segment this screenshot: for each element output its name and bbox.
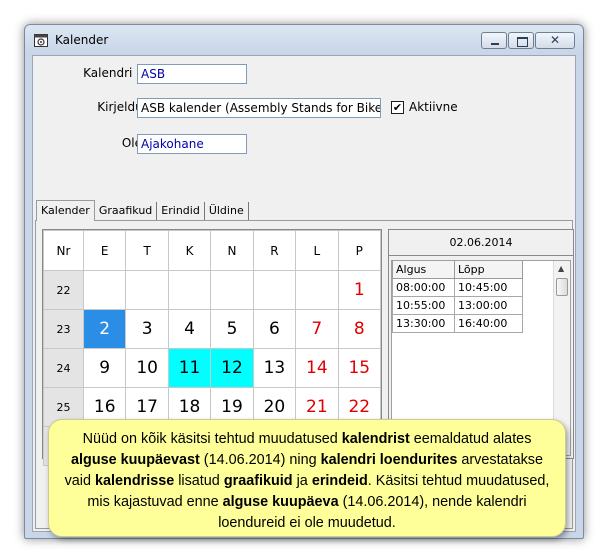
calendar-day-cell[interactable] bbox=[252, 270, 297, 310]
header-sun: P bbox=[337, 230, 382, 271]
close-button[interactable]: ✕ bbox=[535, 32, 575, 49]
callout-text: Nüüd on kõik käsitsi tehtud muudatused bbox=[82, 431, 342, 447]
calendar-week-row: 24 9 10 11 12 13 14 15 bbox=[43, 348, 382, 388]
calendar-day-cell[interactable] bbox=[295, 270, 339, 310]
header-week-nr: Nr bbox=[43, 230, 84, 271]
calendar-day-cell[interactable] bbox=[125, 270, 169, 310]
header-thu: N bbox=[210, 230, 254, 271]
close-icon: ✕ bbox=[549, 33, 561, 47]
calendar-day-cell[interactable]: 4 bbox=[167, 309, 212, 349]
callout-text: ja bbox=[292, 473, 312, 489]
callout-emphasis: graafikuid bbox=[223, 473, 293, 489]
tab-graafikud[interactable]: Graafikud bbox=[95, 202, 158, 220]
callout-emphasis: alguse kuupäeva bbox=[222, 494, 339, 510]
week-number: 22 bbox=[43, 270, 84, 310]
title-bar[interactable]: Kalender ✕ bbox=[25, 25, 583, 55]
calendar-day-cell[interactable]: 2 bbox=[82, 309, 127, 349]
schedule-end-cell[interactable]: 13:00:00 bbox=[454, 295, 523, 315]
week-number: 24 bbox=[43, 348, 84, 388]
scroll-thumb[interactable] bbox=[556, 278, 568, 296]
header-tue: T bbox=[125, 230, 169, 271]
tab-kalender[interactable]: Kalender bbox=[36, 200, 95, 221]
schedule-start-cell[interactable]: 13:30:00 bbox=[392, 313, 455, 333]
callout-emphasis: erindeid bbox=[311, 473, 368, 489]
calendar-day-cell[interactable]: 3 bbox=[125, 309, 169, 349]
header-fri: R bbox=[252, 230, 297, 271]
window-title: Kalender bbox=[55, 33, 109, 47]
calendar-day-cell[interactable] bbox=[210, 270, 254, 310]
schedule-row[interactable]: 13:30:00 16:40:00 bbox=[392, 313, 523, 333]
scroll-up-icon[interactable]: ▲ bbox=[558, 264, 564, 273]
callout-emphasis: kalendrisse bbox=[95, 473, 175, 489]
schedule-start-cell[interactable]: 08:00:00 bbox=[392, 277, 455, 297]
callout-text: lisatud bbox=[174, 473, 224, 489]
schedule-end-cell[interactable]: 16:40:00 bbox=[454, 313, 523, 333]
calendar-day-cell[interactable]: 13 bbox=[252, 348, 297, 388]
calendar-day-cell[interactable] bbox=[167, 270, 212, 310]
header-sat: L bbox=[295, 230, 339, 271]
tab-strip: Kalender Graafikud Erindid Üldine bbox=[36, 200, 249, 221]
schedule-date: 02.06.2014 bbox=[389, 230, 573, 256]
maximize-button[interactable] bbox=[508, 32, 534, 49]
info-callout: Nüüd on kõik käsitsi tehtud muudatused k… bbox=[48, 419, 566, 537]
calendar-id-input[interactable]: ASB bbox=[137, 64, 247, 84]
column-start[interactable]: Algus bbox=[392, 261, 455, 279]
active-label: Aktiivne bbox=[409, 100, 458, 114]
callout-emphasis: alguse kuupäevast bbox=[71, 452, 200, 468]
schedule-row[interactable]: 08:00:00 10:45:00 bbox=[392, 277, 523, 297]
schedule-row[interactable]: 10:55:00 13:00:00 bbox=[392, 295, 523, 315]
schedule-header-row: Algus Lõpp bbox=[392, 261, 523, 279]
tab-erindid[interactable]: Erindid bbox=[157, 202, 205, 220]
header-mon: E bbox=[82, 230, 127, 271]
minimize-icon bbox=[482, 33, 506, 48]
minimize-button[interactable] bbox=[481, 32, 507, 49]
description-input[interactable]: ASB kalender (Assembly Stands for Bikes) bbox=[137, 98, 381, 118]
schedule-start-cell[interactable]: 10:55:00 bbox=[392, 295, 455, 315]
calendar-day-cell[interactable]: 11 bbox=[167, 348, 212, 388]
callout-text: (14.06.2014) ning bbox=[199, 452, 321, 468]
calendar-day-cell[interactable]: 5 bbox=[210, 309, 254, 349]
calendar-day-cell[interactable]: 14 bbox=[295, 348, 339, 388]
window-controls: ✕ bbox=[480, 32, 575, 49]
calendar-day-cell[interactable]: 15 bbox=[337, 348, 382, 388]
calendar-day-cell[interactable]: 10 bbox=[125, 348, 169, 388]
calendar-week-row: 23 2 3 4 5 6 7 8 bbox=[43, 309, 382, 349]
header-wed: K bbox=[167, 230, 212, 271]
callout-text: eemaldatud alates bbox=[409, 431, 532, 447]
calendar-day-cell[interactable]: 8 bbox=[337, 309, 382, 349]
callout-emphasis: kalendri loendurites bbox=[320, 452, 458, 468]
calendar-day-cell[interactable]: 1 bbox=[337, 270, 382, 310]
status-input[interactable]: Ajakohane bbox=[137, 134, 247, 154]
callout-emphasis: kalendrist bbox=[341, 431, 410, 447]
column-end[interactable]: Lõpp bbox=[454, 261, 523, 279]
calendar-day-cell[interactable]: 6 bbox=[252, 309, 297, 349]
calendar-day-cell[interactable]: 9 bbox=[82, 348, 127, 388]
tab-uldine[interactable]: Üldine bbox=[205, 202, 249, 220]
calendar-header-row: Nr E T K N R L P bbox=[43, 230, 382, 271]
maximize-icon bbox=[509, 33, 533, 48]
active-checkbox[interactable]: ✔ bbox=[391, 101, 404, 114]
calendar-day-cell[interactable]: 7 bbox=[295, 309, 339, 349]
week-number: 23 bbox=[43, 309, 84, 349]
calendar-week-row: 22 1 bbox=[43, 270, 382, 310]
calendar-day-cell[interactable] bbox=[82, 270, 127, 310]
calendar-gear-icon bbox=[34, 33, 48, 47]
calendar-day-cell[interactable]: 12 bbox=[210, 348, 254, 388]
schedule-end-cell[interactable]: 10:45:00 bbox=[454, 277, 523, 297]
